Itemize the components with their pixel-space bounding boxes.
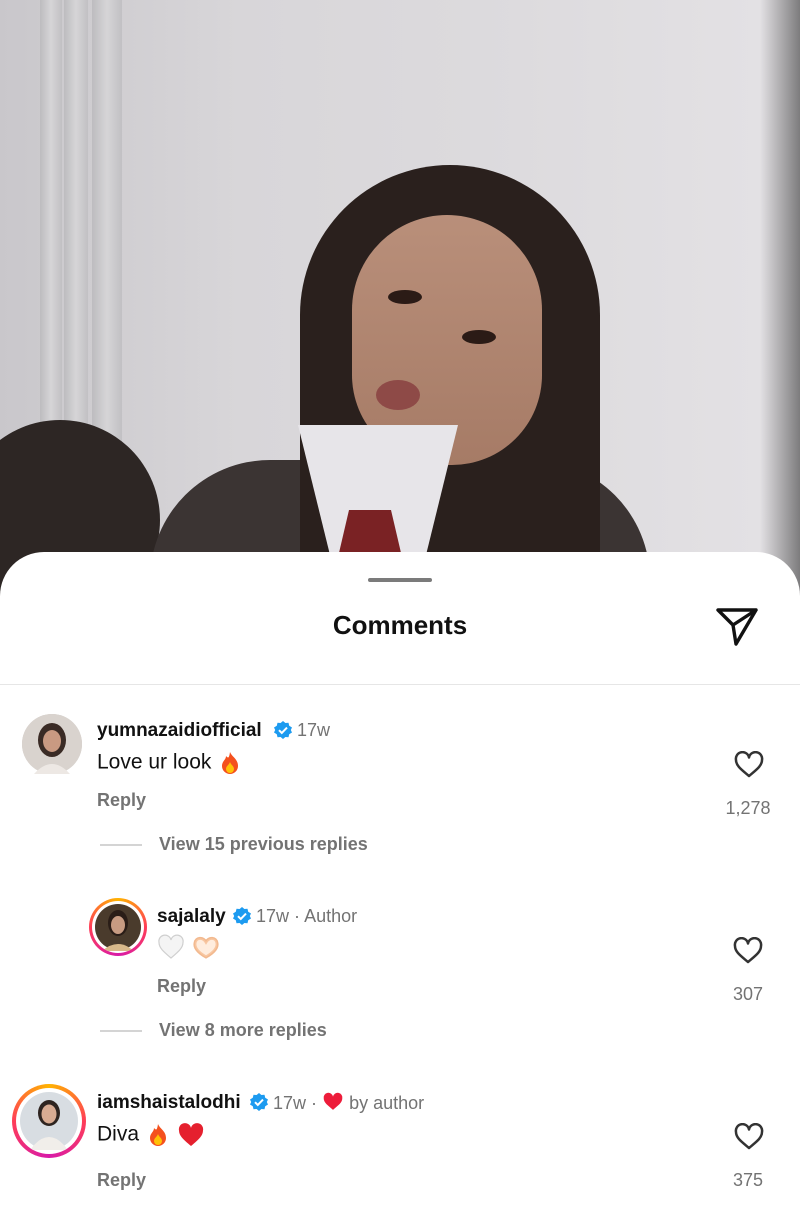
like-count: 307 (732, 984, 764, 1004)
like-count: 375 (732, 1170, 764, 1190)
fire-emoji (149, 1124, 166, 1146)
comment-text: Diva (97, 1122, 205, 1148)
like-count: 1,278 (725, 798, 771, 818)
comment-username[interactable]: yumnazaidiofficial (97, 720, 262, 742)
avatar-photo (95, 904, 141, 951)
avatar-photo (22, 714, 82, 774)
avatar-border (92, 901, 144, 953)
heart-icon[interactable] (734, 751, 764, 779)
comment-time: 17w (297, 720, 331, 740)
avatar-border (16, 1088, 82, 1154)
comment-meta: 17w · Author (256, 906, 357, 927)
comment-username[interactable]: sajalaly (157, 906, 226, 928)
reply-button[interactable]: Reply (97, 790, 146, 811)
fire-emoji (222, 752, 239, 774)
meta-separator: · (294, 906, 305, 926)
avatar[interactable] (22, 714, 82, 774)
wall-shadow (760, 0, 800, 600)
avatar[interactable] (12, 1084, 86, 1158)
heart-hands-emoji (193, 936, 219, 959)
comment-text: Love ur look (97, 750, 243, 776)
reply-button[interactable]: Reply (157, 976, 206, 997)
person-lips (376, 380, 420, 410)
sheet-grabber[interactable] (368, 578, 432, 582)
sheet-title: Comments (332, 610, 468, 640)
comments-sheet: Comments yumnazaidiofficial 17w Love ur … (0, 552, 800, 1212)
comment-text-body: Love ur look (97, 750, 212, 774)
verified-icon (233, 907, 251, 925)
view-previous-replies[interactable]: View 15 previous replies (159, 834, 368, 855)
sheet-divider (0, 684, 800, 685)
meta-separator: · (311, 1093, 323, 1113)
person-eye (388, 290, 422, 304)
verified-icon (250, 1093, 268, 1111)
verified-icon (274, 721, 292, 739)
person-eye (462, 330, 496, 344)
replies-divider-line (100, 1030, 142, 1032)
reply-button[interactable]: Reply (97, 1170, 146, 1191)
heart-icon[interactable] (734, 1123, 764, 1151)
comment-time: 17w (273, 1093, 307, 1113)
comment-meta: 17w · by author (273, 1092, 424, 1114)
share-icon (716, 608, 758, 646)
heart-icon[interactable] (733, 937, 763, 965)
view-more-replies[interactable]: View 8 more replies (159, 1020, 327, 1041)
share-button[interactable] (714, 604, 760, 648)
liked-by-author-heart-icon (323, 1092, 343, 1110)
replies-divider-line (100, 844, 142, 846)
comment-text (157, 934, 221, 960)
comment-time: 17w (256, 906, 290, 926)
avatar-photo (20, 1092, 78, 1150)
avatar[interactable] (89, 898, 147, 956)
comment-text-body: Diva (97, 1122, 140, 1146)
white-heart-emoji (158, 934, 184, 959)
author-tag: Author (304, 906, 358, 926)
liked-by-author-label: by author (349, 1093, 425, 1113)
video-background (0, 0, 800, 600)
red-heart-emoji (178, 1123, 203, 1146)
comment-username[interactable]: iamshaistalodhi (97, 1092, 241, 1114)
